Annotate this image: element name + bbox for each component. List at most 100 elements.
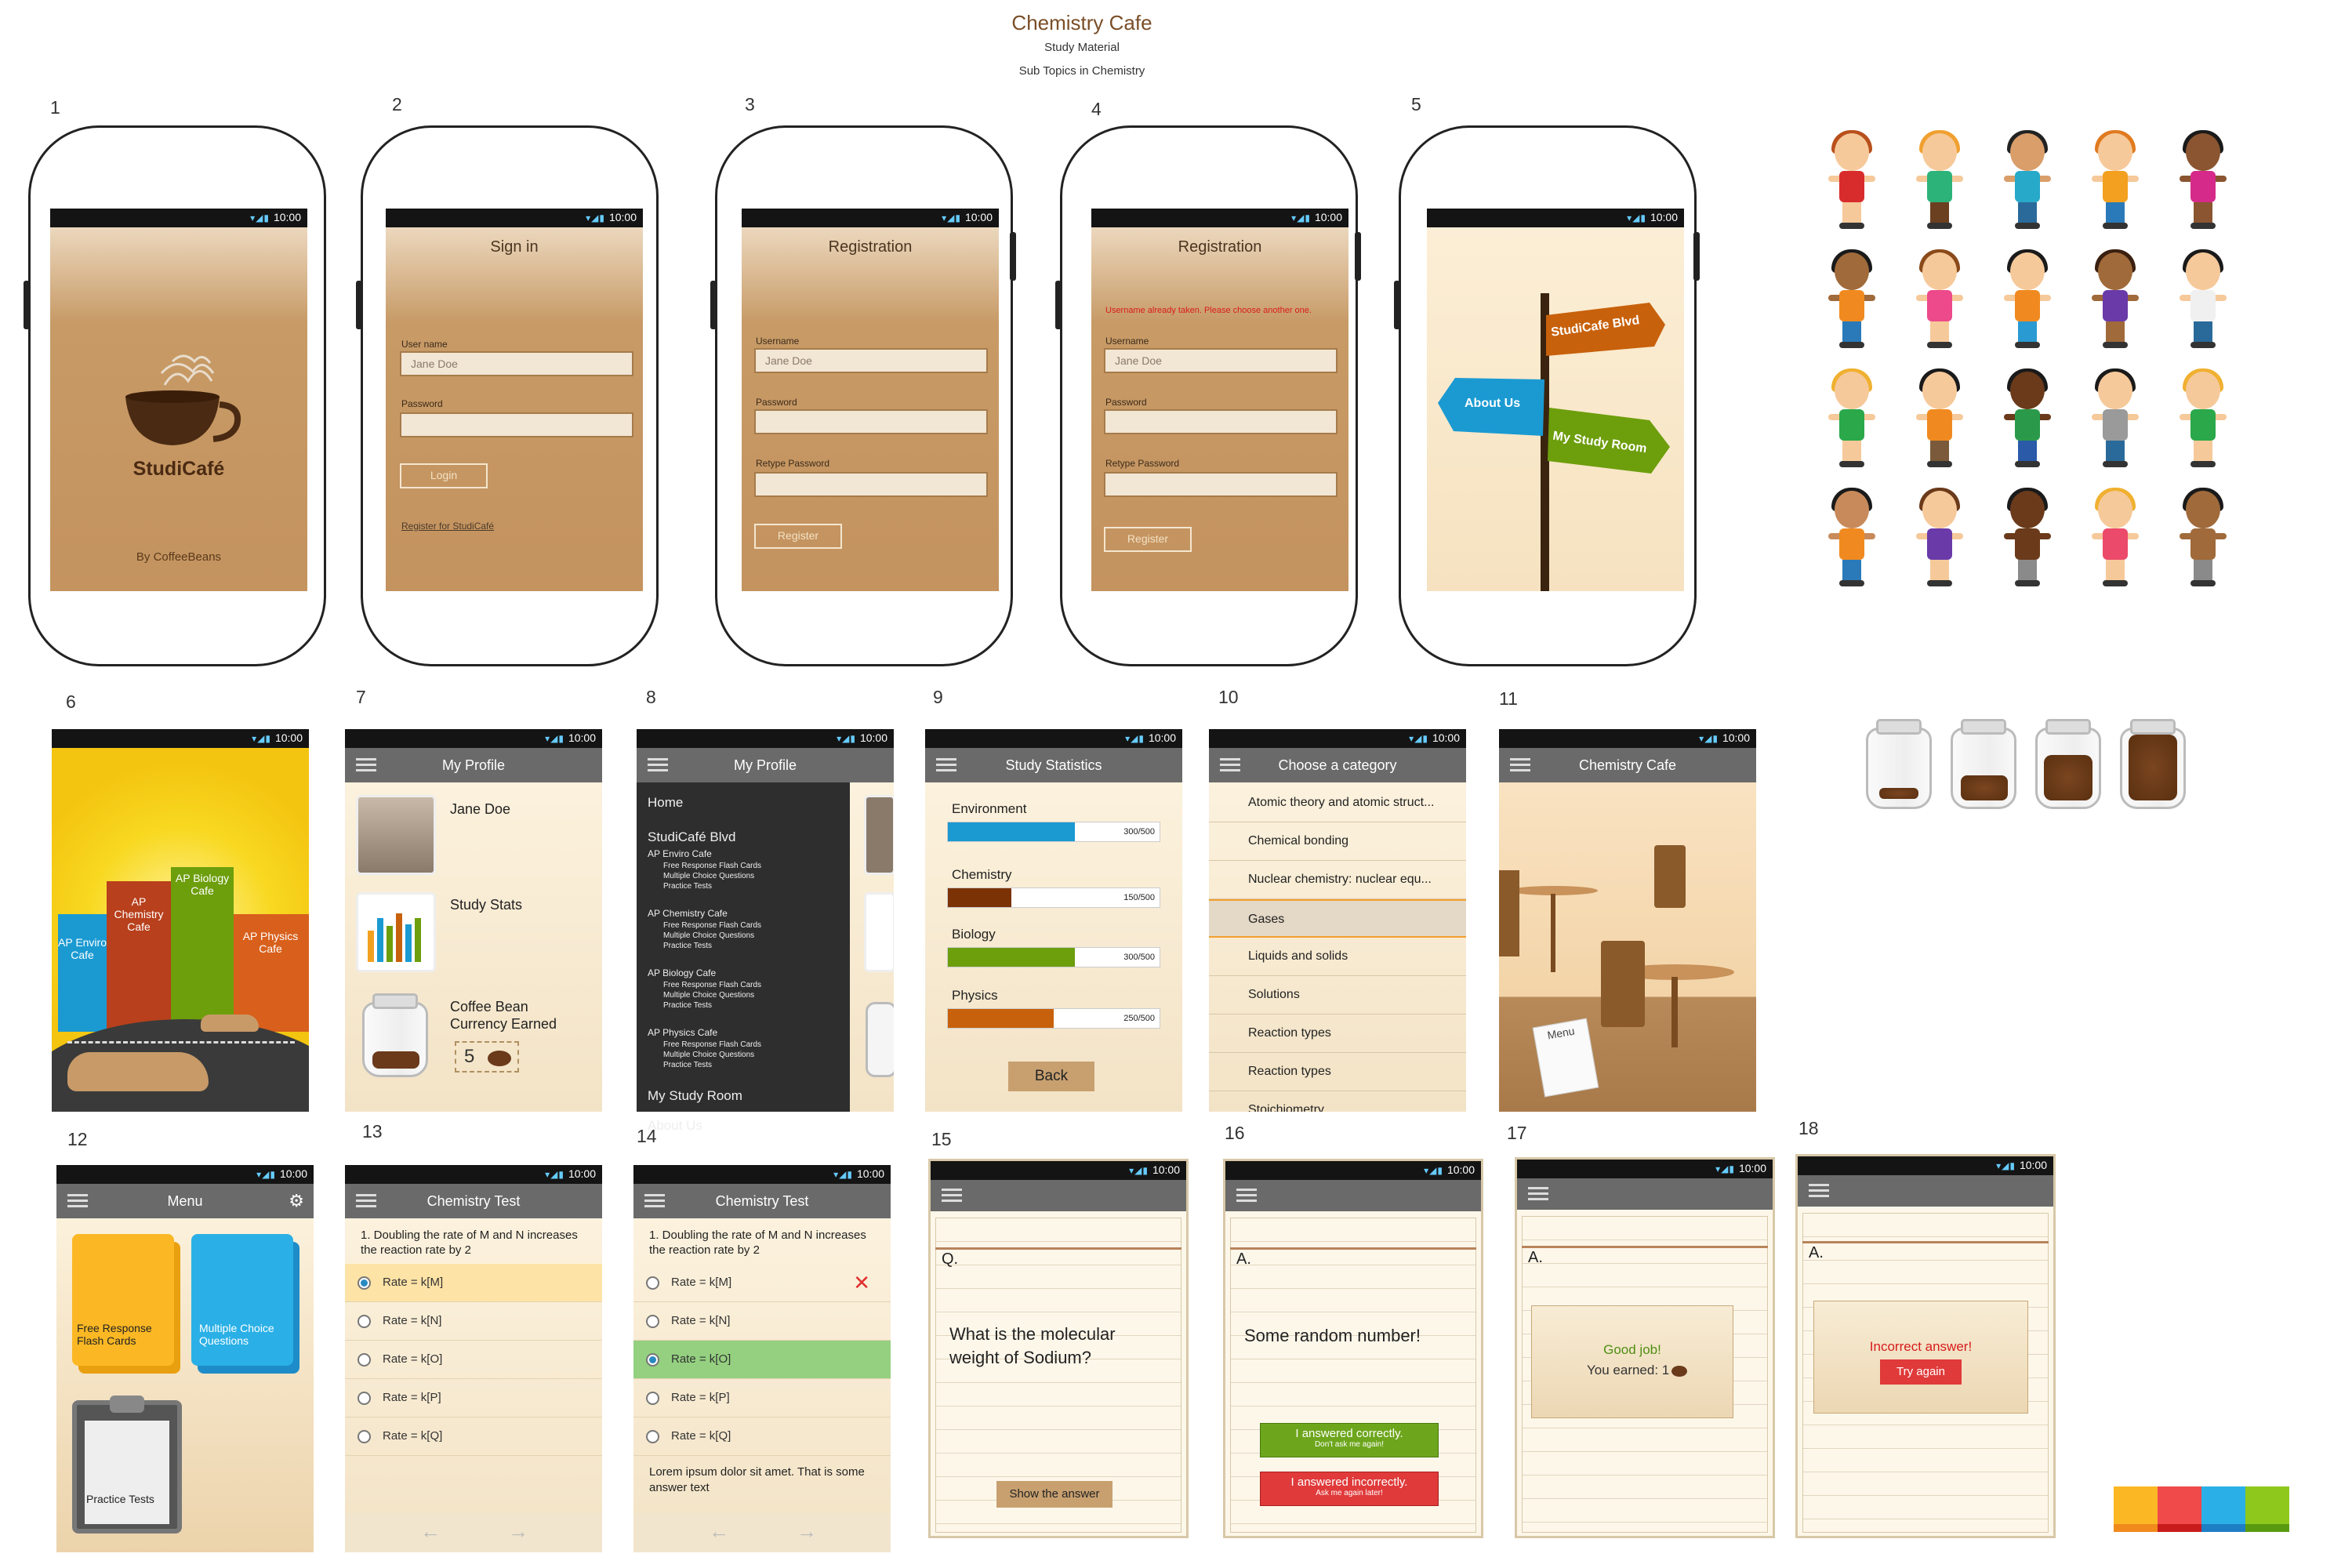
sign-about-us[interactable]: About Us: [1465, 397, 1520, 411]
try-again-button[interactable]: Try again: [1880, 1359, 1962, 1385]
phone-button: [24, 281, 30, 329]
menu-icon[interactable]: [936, 758, 956, 771]
answer-option[interactable]: Rate = k[P]: [345, 1379, 602, 1417]
practice-tests-card[interactable]: Practice Tests: [72, 1396, 182, 1534]
register-link[interactable]: Register for StudiCafé: [401, 521, 494, 532]
screen-title: Registration: [828, 238, 913, 256]
arrow-left-icon[interactable]: ←: [420, 1519, 441, 1544]
incorrect-text: Incorrect answer!: [1869, 1339, 1973, 1354]
menu-icon[interactable]: [1528, 1187, 1548, 1200]
category-item[interactable]: Atomic theory and atomic struct...: [1209, 784, 1466, 822]
nav-home[interactable]: Home: [648, 795, 683, 811]
menu-icon[interactable]: [1809, 1184, 1829, 1197]
nav-enviro[interactable]: AP Enviro Cafe: [648, 848, 712, 859]
gear-icon[interactable]: ⚙: [289, 1184, 304, 1218]
nav-sub-item[interactable]: Free Response Flash Cards: [663, 1040, 761, 1049]
menu-icon[interactable]: [1510, 758, 1530, 771]
answer-option[interactable]: Rate = k[M]: [345, 1264, 602, 1302]
explanation-text: Lorem ipsum dolor sit amet. That is some…: [649, 1465, 865, 1494]
login-button[interactable]: Login: [400, 463, 488, 488]
answer-option[interactable]: Rate = k[N]: [345, 1302, 602, 1341]
nav-sub-item[interactable]: Multiple Choice Questions: [663, 872, 754, 880]
category-item[interactable]: Reaction types: [1209, 1053, 1466, 1091]
progress-value: 300/500: [1123, 827, 1155, 837]
nav-studicafe-blvd[interactable]: StudiCafé Blvd: [648, 829, 735, 845]
status-bar: ▾◢▮ 10:00: [1091, 209, 1348, 227]
nav-sub-item[interactable]: Practice Tests: [663, 882, 712, 891]
arrow-right-icon[interactable]: →: [797, 1519, 817, 1544]
stat-label: Physics: [952, 988, 998, 1003]
reward-dialog: Good job! You earned: 1: [1531, 1305, 1733, 1418]
answer-option[interactable]: Rate = k[N]: [633, 1302, 891, 1341]
back-button[interactable]: Back: [1008, 1062, 1094, 1091]
menu-icon[interactable]: [648, 758, 668, 771]
menu-icon[interactable]: [67, 1194, 88, 1207]
nav-sub-item[interactable]: Practice Tests: [663, 1001, 712, 1010]
retype-password-input[interactable]: [1104, 472, 1338, 497]
username-input[interactable]: Jane Doe: [400, 351, 633, 376]
building-enviro[interactable]: [58, 914, 107, 1032]
password-input[interactable]: [1104, 409, 1338, 434]
signal-icon: ▾◢▮: [1996, 1160, 2016, 1171]
free-response-card[interactable]: Free Response Flash Cards: [72, 1234, 174, 1366]
category-item-selected[interactable]: Gases: [1209, 899, 1466, 938]
nav-sub-item[interactable]: Multiple Choice Questions: [663, 991, 754, 1000]
nav-my-study-room[interactable]: My Study Room: [648, 1088, 742, 1104]
menu-icon[interactable]: [1236, 1189, 1257, 1202]
menu-icon[interactable]: [644, 1194, 665, 1207]
answer-option[interactable]: Rate = k[P]: [633, 1379, 891, 1417]
currency-label-2: Currency Earned: [450, 1016, 557, 1032]
register-button[interactable]: Register: [754, 524, 842, 549]
menu-icon[interactable]: [942, 1189, 962, 1202]
category-item[interactable]: Stoichiometry: [1209, 1091, 1466, 1112]
stats-chart-icon[interactable]: [356, 892, 436, 972]
password-input[interactable]: [400, 412, 633, 437]
password-input[interactable]: [754, 409, 988, 434]
category-item[interactable]: Nuclear chemistry: nuclear equ...: [1209, 861, 1466, 899]
answered-correctly-button[interactable]: I answered correctly. Don't ask me again…: [1260, 1423, 1439, 1457]
progress-bar: 250/500: [947, 1008, 1160, 1029]
nav-sub-item[interactable]: Multiple Choice Questions: [663, 931, 754, 940]
username-input[interactable]: Jane Doe: [1104, 348, 1338, 373]
answer-option[interactable]: Rate = k[O]: [345, 1341, 602, 1379]
category-item[interactable]: Chemical bonding: [1209, 822, 1466, 861]
nav-biology[interactable]: AP Biology Cafe: [648, 967, 716, 978]
show-answer-button[interactable]: Show the answer: [996, 1481, 1112, 1508]
answer-option-wrong[interactable]: Rate = k[M] ✕: [633, 1264, 891, 1302]
status-bar: ▾◢▮ 10:00: [56, 1165, 314, 1184]
nav-sub-item[interactable]: Free Response Flash Cards: [663, 862, 761, 870]
nav-sub-item[interactable]: Practice Tests: [663, 1061, 712, 1069]
study-stats-link[interactable]: Study Stats: [450, 897, 522, 913]
screen-signpost: ▾◢▮ 10:00 StudiCafe Blvd About Us My Stud…: [1427, 209, 1684, 591]
answer-option[interactable]: Rate = k[Q]: [345, 1417, 602, 1456]
palette-swatch-orange: [2114, 1486, 2158, 1532]
nav-chemistry[interactable]: AP Chemistry Cafe: [648, 908, 728, 919]
category-item[interactable]: Solutions: [1209, 976, 1466, 1014]
menu-icon[interactable]: [356, 1194, 376, 1207]
answer-option-correct[interactable]: Rate = k[O]: [633, 1341, 891, 1379]
multiple-choice-card[interactable]: Multiple Choice Questions: [191, 1234, 293, 1366]
menu-icon[interactable]: [356, 758, 376, 771]
nav-sub-item[interactable]: Multiple Choice Questions: [663, 1051, 754, 1059]
username-input[interactable]: Jane Doe: [754, 348, 988, 373]
register-button[interactable]: Register: [1104, 527, 1192, 552]
category-item[interactable]: Reaction types: [1209, 1014, 1466, 1053]
status-bar: ▾◢▮ 10:00: [345, 729, 602, 748]
arrow-left-icon[interactable]: ←: [709, 1519, 729, 1544]
nav-sub-item[interactable]: Free Response Flash Cards: [663, 921, 761, 930]
menu-icon[interactable]: [1220, 758, 1240, 771]
answered-incorrectly-button[interactable]: I answered incorrectly. Ask me again lat…: [1260, 1472, 1439, 1506]
retype-password-input[interactable]: [754, 472, 988, 497]
status-bar: ▾◢▮ 10:00: [1427, 209, 1684, 227]
nav-physics[interactable]: AP Physics Cafe: [648, 1027, 717, 1038]
nav-sub-item[interactable]: Free Response Flash Cards: [663, 981, 761, 989]
screen-title: Menu: [167, 1193, 203, 1209]
arrow-right-icon[interactable]: →: [508, 1519, 528, 1544]
nav-sub-item[interactable]: Practice Tests: [663, 942, 712, 950]
category-item[interactable]: Liquids and solids: [1209, 938, 1466, 976]
error-message: Username already taken. Please choose an…: [1105, 306, 1312, 315]
answer-option[interactable]: Rate = k[Q]: [633, 1417, 891, 1456]
signal-icon: ▾◢▮: [1409, 733, 1428, 744]
nav-about-us[interactable]: About Us: [648, 1118, 702, 1134]
menu-card[interactable]: Menu: [1532, 1018, 1599, 1098]
